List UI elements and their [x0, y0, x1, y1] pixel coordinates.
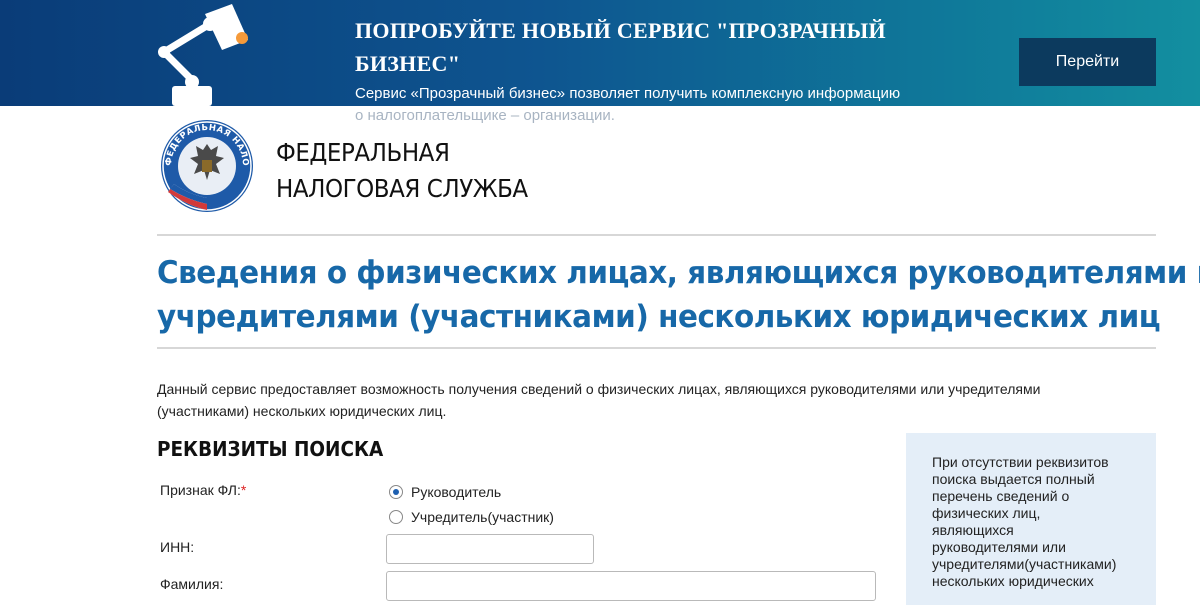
info-line: При отсутствии реквизитов — [932, 454, 1109, 470]
fns-emblem-icon: ФЕДЕРАЛЬНАЯ НАЛОГОВАЯ СЛУЖБА — [158, 114, 253, 212]
info-line: поиска выдается полный — [932, 471, 1095, 487]
goto-button[interactable]: Перейти — [1019, 38, 1156, 86]
info-line: перечень сведений о — [932, 488, 1070, 504]
info-line: физических лиц, — [932, 505, 1041, 521]
banner-title: ПОПРОБУЙТЕ НОВЫЙ СЕРВИС "ПРОЗРАЧНЫЙ БИЗН… — [355, 18, 886, 76]
required-mark: * — [240, 482, 247, 498]
page-title: Сведения о физических лицах, являющихся … — [157, 251, 1200, 339]
inn-input[interactable] — [386, 534, 594, 564]
info-line: являющихся — [932, 522, 1014, 538]
radio-founder-label[interactable]: Учредитель(участник) — [411, 509, 554, 525]
radio-founder[interactable]: Учредитель(участник) — [389, 509, 554, 525]
surname-input[interactable] — [386, 571, 876, 601]
promo-banner: ПОПРОБУЙТЕ НОВЫЙ СЕРВИС "ПРОЗРАЧНЫЙ БИЗН… — [0, 0, 1200, 124]
radio-manager-label[interactable]: Руководитель — [411, 484, 501, 500]
divider-bottom — [157, 347, 1156, 349]
sign-label: Признак ФЛ:* — [160, 482, 246, 498]
info-text: При отсутствии реквизитов поиска выдаетс… — [932, 454, 1132, 590]
inn-label: ИНН: — [160, 539, 195, 555]
info-line: руководителями или — [932, 539, 1066, 555]
page-title-line2: учредителями (участниками) нескольких юр… — [157, 299, 1161, 335]
info-line: учредителями(участниками) — [932, 556, 1117, 572]
search-section-heading: РЕКВИЗИТЫ ПОИСКА — [157, 437, 384, 461]
banner-description-line1: Сервис «Прозрачный бизнес» позволяет пол… — [355, 85, 901, 102]
info-line: нескольких юридических — [932, 573, 1094, 589]
banner-description-line2: о налогоплательщике – организации. — [355, 107, 615, 124]
info-box: При отсутствии реквизитов поиска выдаетс… — [906, 433, 1156, 605]
radio-manager-button[interactable] — [389, 485, 403, 499]
org-name: ФЕДЕРАЛЬНАЯ НАЛОГОВАЯ СЛУЖБА — [276, 135, 552, 207]
org-name-line2: НАЛОГОВАЯ СЛУЖБА — [276, 174, 528, 203]
surname-label: Фамилия: — [160, 576, 224, 592]
banner-description: Сервис «Прозрачный бизнес» позволяет пол… — [355, 83, 935, 127]
sign-label-text: Признак ФЛ: — [160, 482, 241, 498]
intro-text: Данный сервис предоставляет возможность … — [157, 381, 1041, 419]
desk-lamp-icon — [158, 4, 248, 106]
divider-top — [157, 234, 1156, 236]
org-name-line1: ФЕДЕРАЛЬНАЯ — [276, 138, 450, 167]
radio-manager[interactable]: Руководитель — [389, 484, 501, 500]
page-title-line1: Сведения о физических лицах, являющихся … — [157, 255, 1200, 291]
radio-founder-button[interactable] — [389, 510, 403, 524]
